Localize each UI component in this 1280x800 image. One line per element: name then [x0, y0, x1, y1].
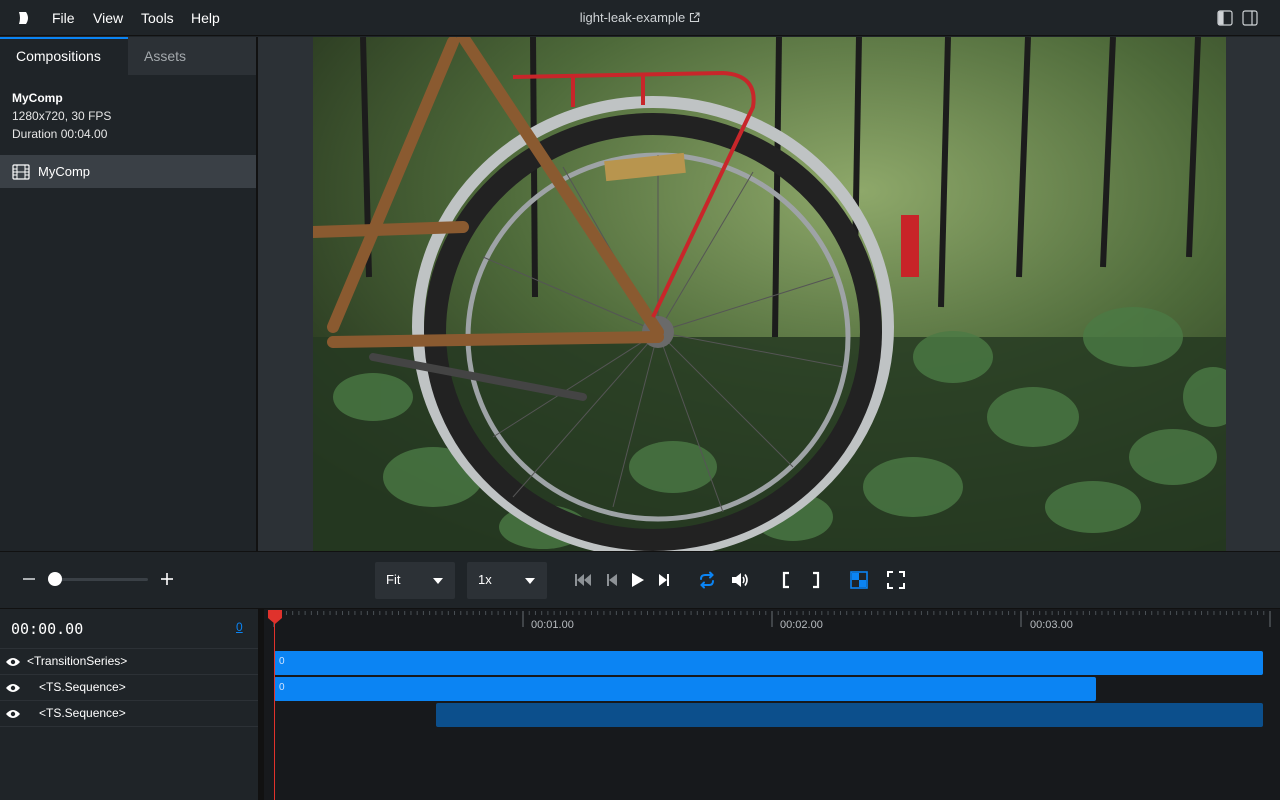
playhead-handle[interactable]: [267, 609, 283, 625]
volume-icon[interactable]: [731, 571, 749, 589]
playback-controls: Fit 1x: [0, 551, 1280, 607]
ruler-tick-label: 00:03.00: [1030, 619, 1073, 631]
track-row[interactable]: <TransitionSeries>: [0, 649, 258, 675]
sequence-bar[interactable]: 0: [274, 651, 1263, 675]
size-select-value: Fit: [386, 572, 401, 587]
film-icon: [12, 164, 30, 180]
timeline-ruler[interactable]: [264, 609, 1280, 649]
track-name: <TransitionSeries>: [27, 654, 128, 668]
composition-list-item[interactable]: MyComp: [0, 156, 256, 188]
playhead[interactable]: [274, 611, 275, 800]
jump-to-start-icon[interactable]: [574, 571, 592, 589]
external-link-icon[interactable]: [689, 12, 700, 23]
composition-duration: Duration 00:04.00: [12, 127, 108, 141]
eye-icon[interactable]: [6, 682, 20, 694]
top-bar: File View Tools Help light-leak-example: [0, 0, 1280, 36]
toggle-left-panel-icon[interactable]: [1217, 10, 1233, 26]
loop-icon[interactable]: [698, 571, 716, 589]
video-canvas[interactable]: [313, 37, 1226, 551]
sequence-bar-label: 0: [279, 682, 285, 693]
play-icon[interactable]: [629, 571, 647, 589]
tab-assets[interactable]: Assets: [128, 37, 256, 75]
toggle-right-panel-icon[interactable]: [1242, 10, 1258, 26]
zoom-slider-thumb[interactable]: [47, 572, 62, 586]
frame-number[interactable]: 0: [236, 620, 243, 634]
timeline-tracks-area[interactable]: 00:01.00 00:02.00 00:03.00 0 0: [264, 609, 1280, 800]
track-name: <TS.Sequence>: [39, 680, 126, 694]
chevron-down-icon: [433, 578, 443, 584]
sidebar-tabs: Compositions Assets: [0, 37, 256, 75]
track-row[interactable]: <TS.Sequence>: [0, 701, 258, 727]
step-forward-icon[interactable]: [655, 571, 673, 589]
eye-icon[interactable]: [6, 708, 20, 720]
left-panel: Compositions Assets MyComp 1280x720, 30 …: [0, 37, 256, 551]
bicycle-photo: [313, 37, 1226, 551]
sequence-bar[interactable]: 0: [274, 677, 1096, 701]
composition-info: MyComp 1280x720, 30 FPS Duration 00:04.0…: [12, 89, 111, 143]
sequence-bar[interactable]: [435, 703, 1263, 727]
ruler-tick-label: 00:01.00: [531, 619, 574, 631]
sequence-bar-label: 0: [279, 656, 285, 667]
fullscreen-icon[interactable]: [887, 571, 905, 589]
ruler-tick-label: 00:02.00: [780, 619, 823, 631]
zoom-slider[interactable]: [50, 578, 148, 581]
size-select[interactable]: Fit: [375, 562, 455, 599]
eye-icon[interactable]: [6, 656, 20, 668]
track-row[interactable]: <TS.Sequence>: [0, 675, 258, 701]
zoom-out-icon[interactable]: [22, 572, 36, 586]
in-point-icon[interactable]: [778, 571, 796, 589]
zoom-in-icon[interactable]: [160, 572, 174, 586]
preview-area: [258, 37, 1280, 551]
composition-name: MyComp: [12, 91, 63, 105]
chevron-down-icon: [525, 578, 535, 584]
timecode-display[interactable]: 00:00.00: [11, 620, 83, 638]
window-title[interactable]: light-leak-example: [0, 10, 1280, 25]
step-back-icon[interactable]: [603, 571, 621, 589]
timeline-track-list: 00:00.00 0 <TransitionSeries> <TS.Sequen…: [0, 609, 258, 800]
composition-resolution: 1280x720, 30 FPS: [12, 109, 112, 123]
playback-rate-value: 1x: [478, 572, 492, 587]
tab-compositions[interactable]: Compositions: [0, 37, 128, 75]
timeline: 00:00.00 0 <TransitionSeries> <TS.Sequen…: [0, 608, 1280, 800]
out-point-icon[interactable]: [806, 571, 824, 589]
track-name: <TS.Sequence>: [39, 706, 126, 720]
project-name[interactable]: light-leak-example: [580, 10, 686, 25]
playback-rate-select[interactable]: 1x: [467, 562, 547, 599]
checkerboard-icon[interactable]: [850, 571, 868, 589]
composition-list-label: MyComp: [38, 164, 91, 179]
